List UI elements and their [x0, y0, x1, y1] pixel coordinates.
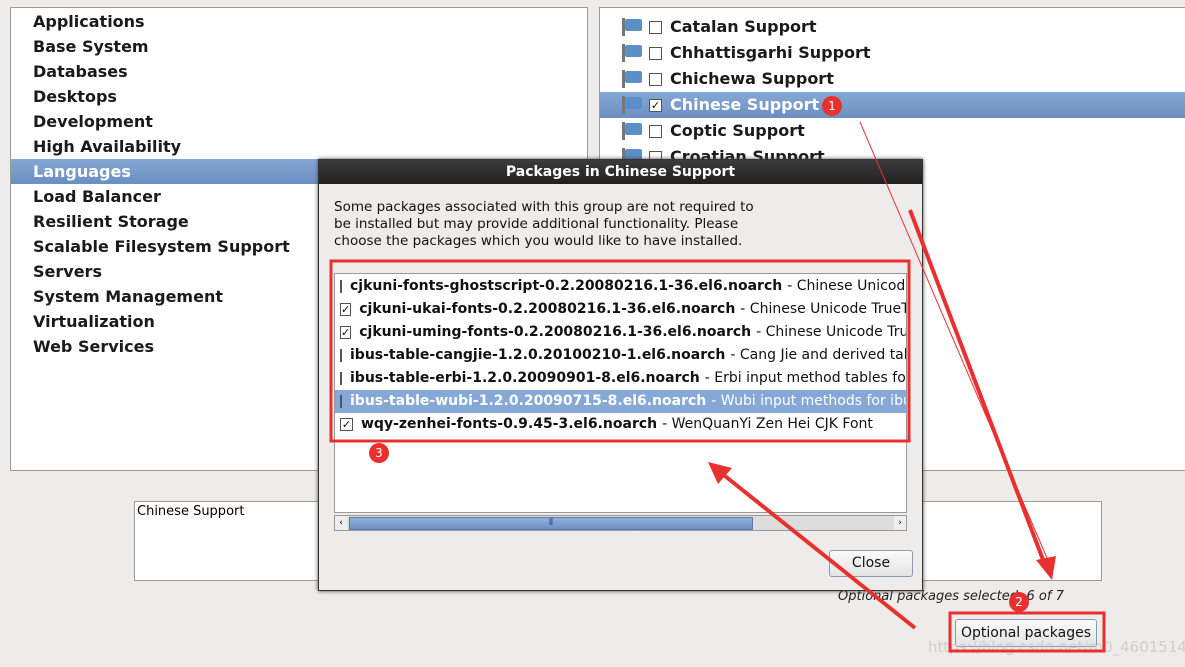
annotation-badge-3: 3 — [369, 443, 389, 463]
highlight-box-button — [948, 611, 1106, 653]
arrow-line-1 — [908, 209, 1047, 566]
annotation-badge-1: 1 — [822, 96, 842, 116]
arrow-line-2 — [718, 470, 917, 630]
annotation-overlay — [329, 121, 1106, 653]
arrow-head-1 — [1036, 556, 1056, 580]
highlight-box-packages — [329, 259, 911, 443]
annotation-badge-2: 2 — [1009, 592, 1029, 612]
